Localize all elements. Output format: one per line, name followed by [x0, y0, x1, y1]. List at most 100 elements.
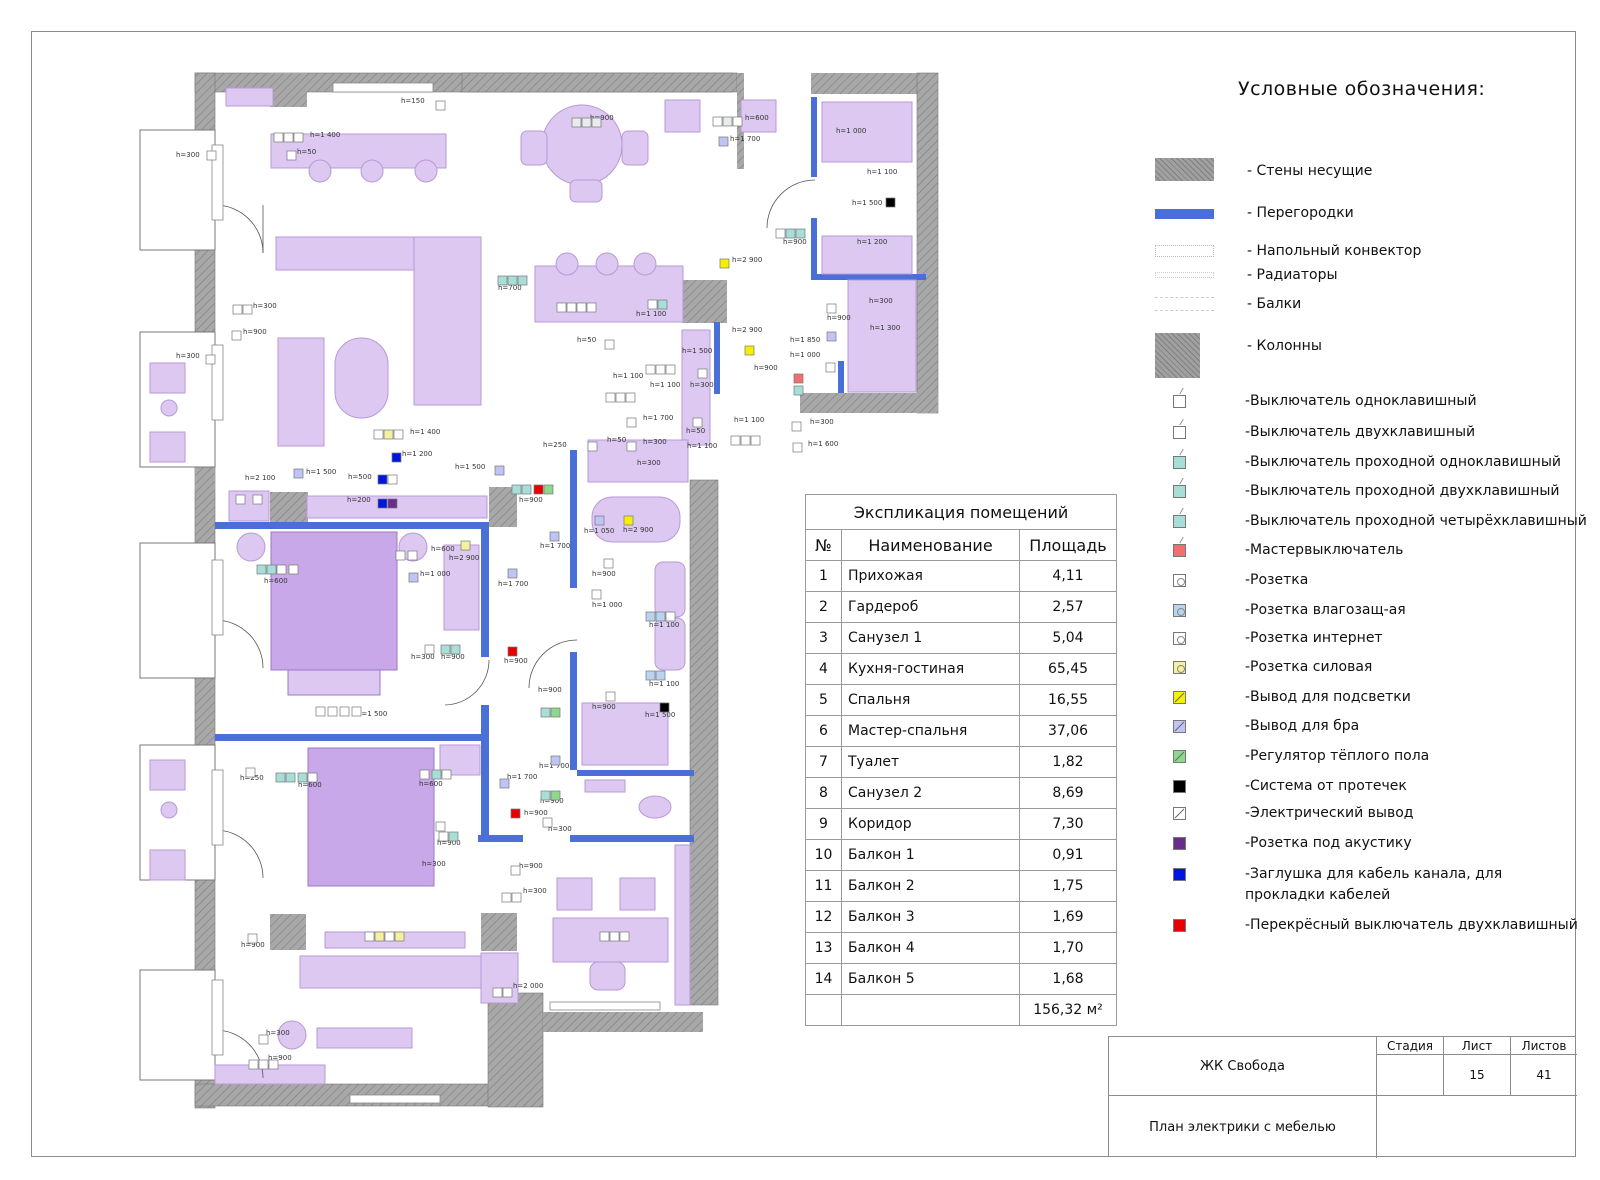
device-symbol: [792, 442, 803, 453]
device-symbol: [315, 706, 326, 717]
device-symbol: [339, 706, 350, 717]
stage-label: Стадия: [1377, 1037, 1444, 1055]
device-symbol: [256, 564, 267, 575]
device-symbol: [248, 1059, 259, 1070]
legend-label: -Система от протечек: [1245, 778, 1407, 794]
device-symbol: [393, 429, 404, 440]
device-symbol: [395, 550, 406, 561]
height-mark: h=1 400: [410, 428, 440, 436]
device-symbol: [510, 865, 521, 876]
height-mark: h=1 000: [790, 351, 820, 359]
room-area: 1,82: [1019, 746, 1117, 778]
device-symbol: [619, 931, 630, 942]
room-name: Мастер-спальня: [841, 715, 1020, 747]
device-symbol: [599, 931, 610, 942]
device-symbol: [431, 769, 442, 780]
room-name: Коридор: [841, 808, 1020, 840]
height-mark: h=300: [690, 381, 714, 389]
device-symbol: [258, 1059, 269, 1070]
pass-switch-four-icon: [1173, 508, 1190, 528]
acoustic-socket-icon: [1173, 837, 1186, 850]
device-symbol: [497, 275, 508, 286]
table-row: 9 Коридор 7,30: [805, 808, 1117, 840]
device-symbol: [501, 892, 512, 903]
height-mark: h=900: [519, 862, 543, 870]
height-mark: h=50: [607, 436, 626, 444]
room-name: Балкон 4: [841, 932, 1020, 964]
device-symbol: [587, 441, 598, 452]
switch-double-icon: [1173, 419, 1190, 439]
table-row: 6 Мастер-спальня 37,06: [805, 715, 1117, 747]
height-mark: h=2 100: [245, 474, 275, 482]
device-symbol: [288, 564, 299, 575]
device-symbol: [665, 364, 676, 375]
height-mark: h=1 100: [613, 372, 643, 380]
device-symbol: [297, 772, 308, 783]
socket-icon: [1173, 574, 1186, 587]
stage-value: [1377, 1055, 1444, 1096]
cross-switch-double-icon: [1173, 919, 1186, 932]
device-symbol: [603, 558, 614, 569]
height-mark: h=300: [422, 860, 446, 868]
height-mark: h=900: [504, 657, 528, 665]
room-name: Балкон 1: [841, 839, 1020, 871]
legend-label: -Заглушка для кабель канала, для: [1245, 866, 1503, 882]
device-symbol: [450, 644, 461, 655]
device-symbol: [655, 364, 666, 375]
device-symbol: [283, 132, 294, 143]
device-symbol: [511, 892, 522, 903]
cable-plug-icon: [1173, 868, 1186, 881]
device-symbol: [364, 931, 375, 942]
legend-label: -Мастервыключатель: [1245, 542, 1404, 558]
device-symbol: [550, 755, 561, 766]
legend-label: -Выключатель одноклавишный: [1245, 393, 1477, 409]
device-symbol: [285, 772, 296, 783]
device-symbol: [448, 831, 459, 842]
height-mark: h=1 200: [402, 450, 432, 458]
device-symbol: [543, 484, 554, 495]
device-symbol: [387, 474, 398, 485]
pass-switch-double-icon: [1173, 478, 1190, 498]
device-symbol: [408, 572, 419, 583]
table-row: 8 Санузел 2 8,69: [805, 777, 1117, 809]
device-symbol: [231, 330, 242, 341]
device-symbol: [540, 790, 551, 801]
sconce-outlet-icon: [1173, 720, 1186, 733]
device-symbol: [286, 150, 297, 161]
legend-label: - Напольный конвектор: [1247, 243, 1422, 259]
partition-blue-icon: [1155, 209, 1214, 219]
device-symbol: [273, 132, 284, 143]
row-number: 14: [805, 963, 842, 995]
height-mark: h=1 500: [682, 347, 712, 355]
device-symbol: [655, 670, 666, 681]
device-symbol: [615, 392, 626, 403]
device-symbol: [293, 468, 304, 479]
backlight-outlet-icon: [1173, 691, 1186, 704]
room-name: Туалет: [841, 746, 1020, 778]
device-symbol: [517, 275, 528, 286]
total-row: 156,32 м²: [805, 994, 1117, 1026]
device-symbol: [268, 1059, 279, 1070]
device-symbol: [252, 494, 263, 505]
height-mark: h=1 500: [455, 463, 485, 471]
legend-label: -Регулятор тёплого пола: [1245, 748, 1430, 764]
device-symbol: [750, 435, 761, 446]
legend-label-cont: прокладки кабелей: [1245, 887, 1391, 903]
height-mark: h=1 100: [687, 442, 717, 450]
legend-label: -Розетка под акустику: [1245, 835, 1412, 851]
device-symbol: [492, 987, 503, 998]
project-name: ЖК Свобода: [1109, 1037, 1377, 1096]
device-symbol: [542, 817, 553, 828]
height-mark: h=900: [592, 703, 616, 711]
height-mark: h=2 000: [513, 982, 543, 990]
device-symbol: [276, 564, 287, 575]
device-symbol: [377, 498, 388, 509]
room-name: Санузел 2: [841, 777, 1020, 809]
legend-label: -Розетка влагозащ-ая: [1245, 602, 1406, 618]
height-mark: h=50: [686, 427, 705, 435]
device-symbol: [591, 589, 602, 600]
row-number: 5: [805, 684, 842, 716]
device-symbol: [625, 392, 636, 403]
device-symbol: [655, 611, 666, 622]
table-row: 4 Кухня-гостиная 65,45: [805, 653, 1117, 685]
